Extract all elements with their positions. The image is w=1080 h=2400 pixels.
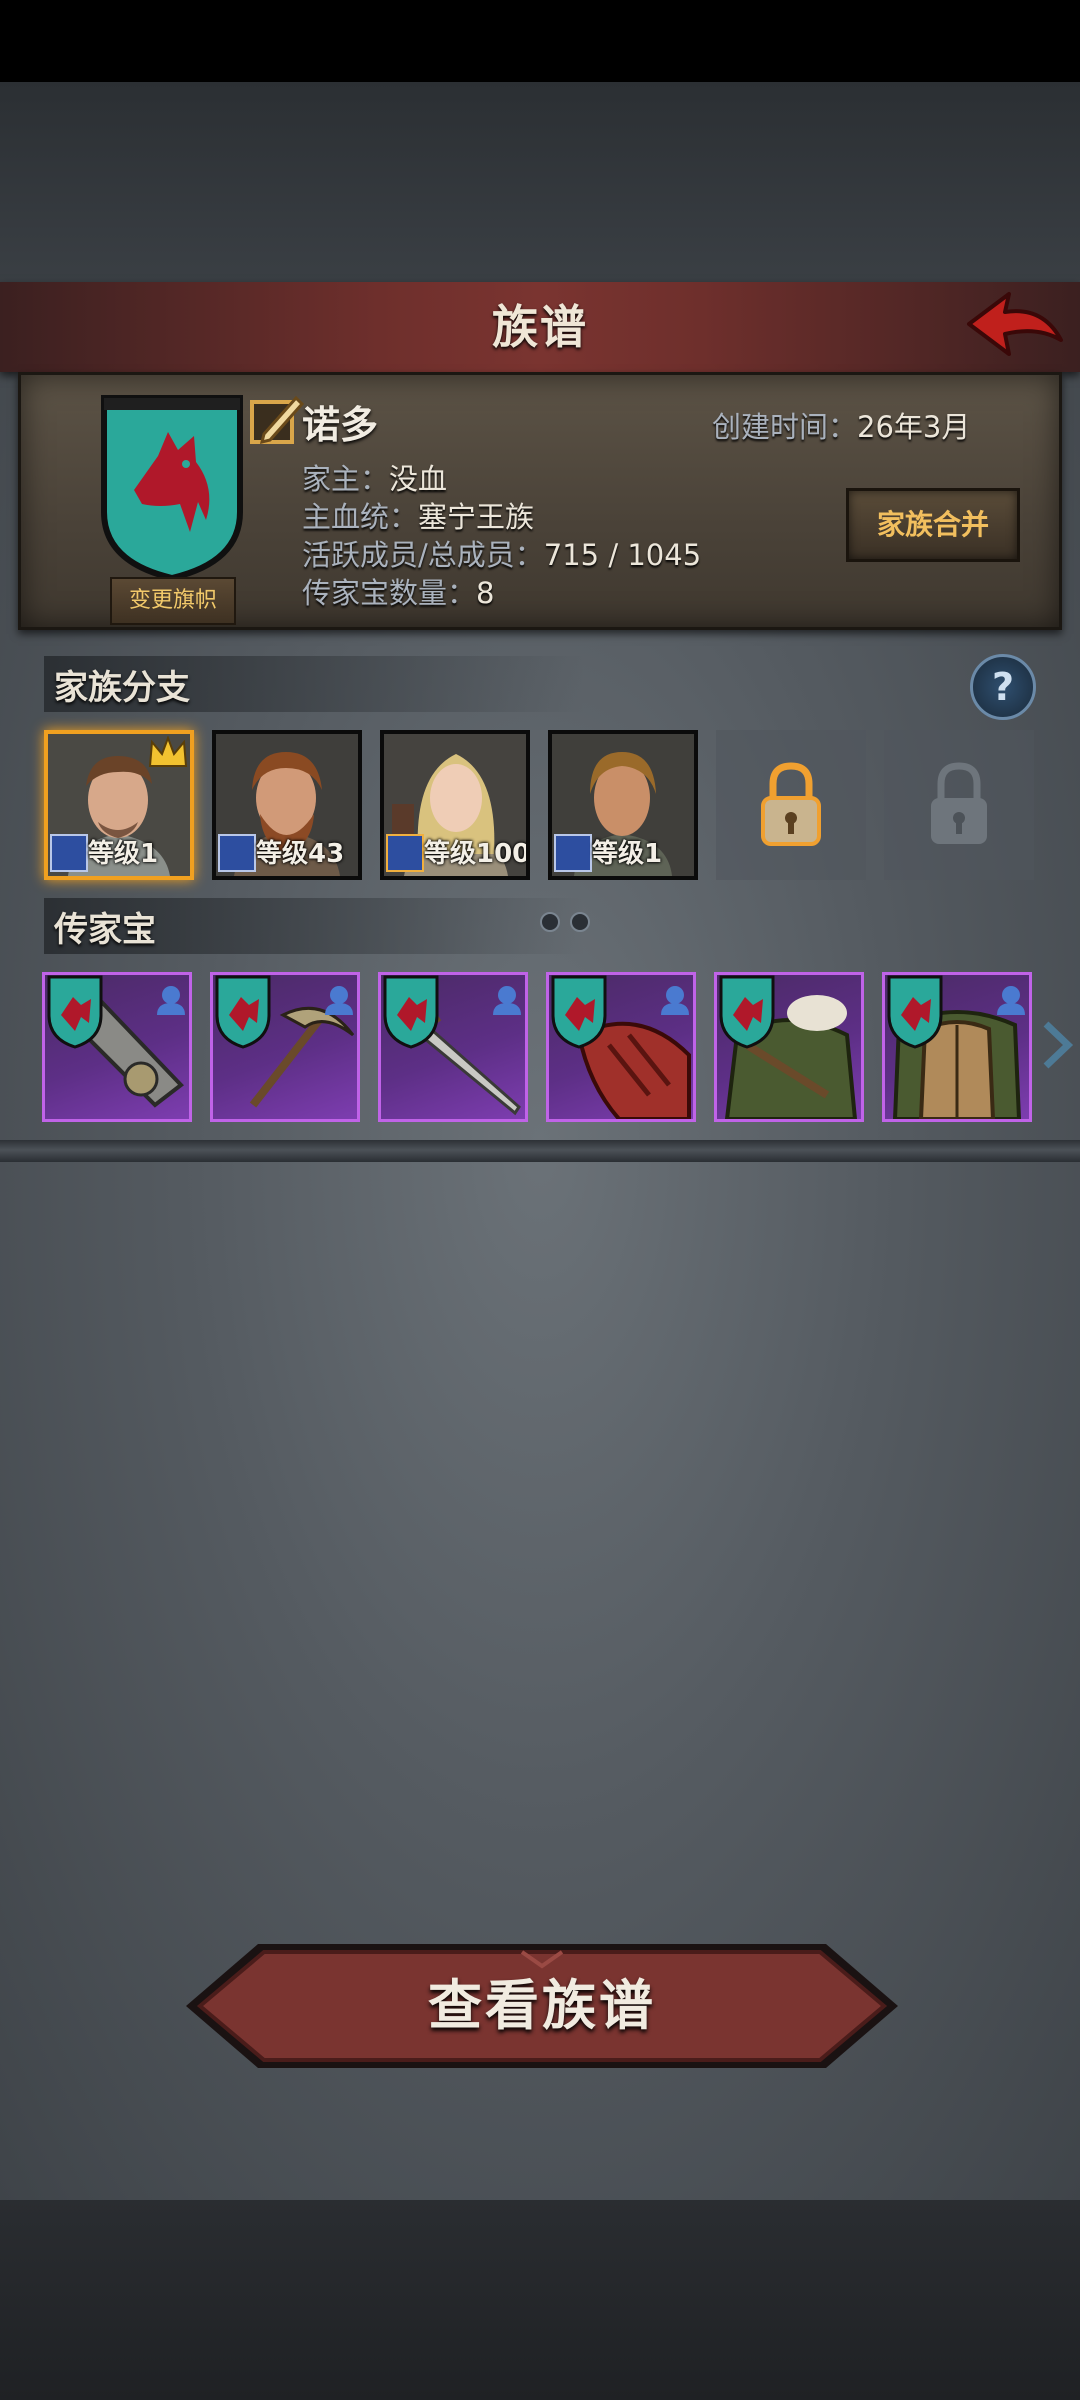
family-head-label: 家主： xyxy=(302,462,390,496)
created-time-label: 创建时间： xyxy=(712,410,858,444)
member-count-value: 715 / 1045 xyxy=(543,538,702,572)
family-name: 诺多 xyxy=(302,403,379,447)
level-text: 等级1 xyxy=(88,839,159,869)
top-backdrop xyxy=(0,82,1080,282)
level-text: 等级100 xyxy=(424,839,530,869)
member-count-label: 活跃成员/总成员： xyxy=(302,538,544,572)
branch-card[interactable]: 等级100 xyxy=(380,730,530,880)
locked-branch-slot xyxy=(884,730,1034,880)
branches-title: 家族分支 xyxy=(54,668,190,708)
heirloom-card[interactable] xyxy=(378,972,528,1122)
member-count: 活跃成员/总成员：715 / 1045 xyxy=(302,532,701,574)
heirloom-card[interactable] xyxy=(42,972,192,1122)
family-banner xyxy=(101,395,243,582)
heirloom-count: 传家宝数量：8 xyxy=(302,570,494,612)
created-time-value: 26年3月 xyxy=(857,410,971,444)
plate-armor-icon xyxy=(887,975,1025,1119)
branch-card[interactable]: 等级43 xyxy=(212,730,362,880)
crown-icon xyxy=(148,736,188,767)
title-bar: 族谱 xyxy=(0,282,1080,372)
change-banner-button[interactable]: 变更旗帜 xyxy=(110,577,236,625)
gauntlet-icon xyxy=(47,975,185,1108)
heirloom-card[interactable] xyxy=(546,972,696,1122)
sword-icon xyxy=(383,975,521,1116)
branch-card[interactable]: 等级1 xyxy=(44,730,194,880)
sword-class-icon xyxy=(218,834,256,872)
scythe-icon xyxy=(215,975,355,1108)
view-genealogy-label: 查看族谱 xyxy=(428,1974,656,2037)
family-head-value: 没血 xyxy=(389,462,448,496)
sword-class-icon xyxy=(386,834,424,872)
level-text: 等级43 xyxy=(256,839,345,869)
created-time: 创建时间：26年3月 xyxy=(712,404,970,446)
help-button[interactable]: ? xyxy=(970,654,1036,720)
red-gauntlet-icon xyxy=(551,975,691,1119)
fur-armor-icon xyxy=(719,975,858,1119)
heirloom-count-label: 传家宝数量： xyxy=(302,576,477,610)
unlockable-branch-slot[interactable] xyxy=(716,730,866,880)
heirloom-card[interactable] xyxy=(882,972,1032,1122)
page-title: 族谱 xyxy=(492,300,588,354)
main-bloodline-value: 塞宁王族 xyxy=(418,500,535,534)
page-indicator xyxy=(540,912,590,932)
padlock-icon xyxy=(931,762,987,844)
level-text: 等级1 xyxy=(592,839,663,869)
section-divider xyxy=(0,1140,1080,1162)
padlock-icon xyxy=(761,762,821,846)
main-bloodline-label: 主血统： xyxy=(302,500,419,534)
sword-class-icon xyxy=(50,834,88,872)
scroll-right-arrow-icon[interactable] xyxy=(1040,1020,1074,1070)
heirlooms-title: 传家宝 xyxy=(54,910,156,950)
status-bar xyxy=(0,0,1080,82)
back-arrow-icon[interactable] xyxy=(965,288,1065,364)
branch-card[interactable]: 等级1 xyxy=(548,730,698,880)
heirloom-card[interactable] xyxy=(210,972,360,1122)
bottom-backdrop xyxy=(0,2200,1080,2400)
edit-name-icon[interactable] xyxy=(248,392,304,450)
heirloom-count-value: 8 xyxy=(476,576,495,610)
family-merge-button[interactable]: 家族合并 xyxy=(846,488,1020,562)
family-head: 家主：没血 xyxy=(302,456,447,498)
heirloom-card[interactable] xyxy=(714,972,864,1122)
main-bloodline: 主血统：塞宁王族 xyxy=(302,494,534,536)
sword-class-icon xyxy=(554,834,592,872)
